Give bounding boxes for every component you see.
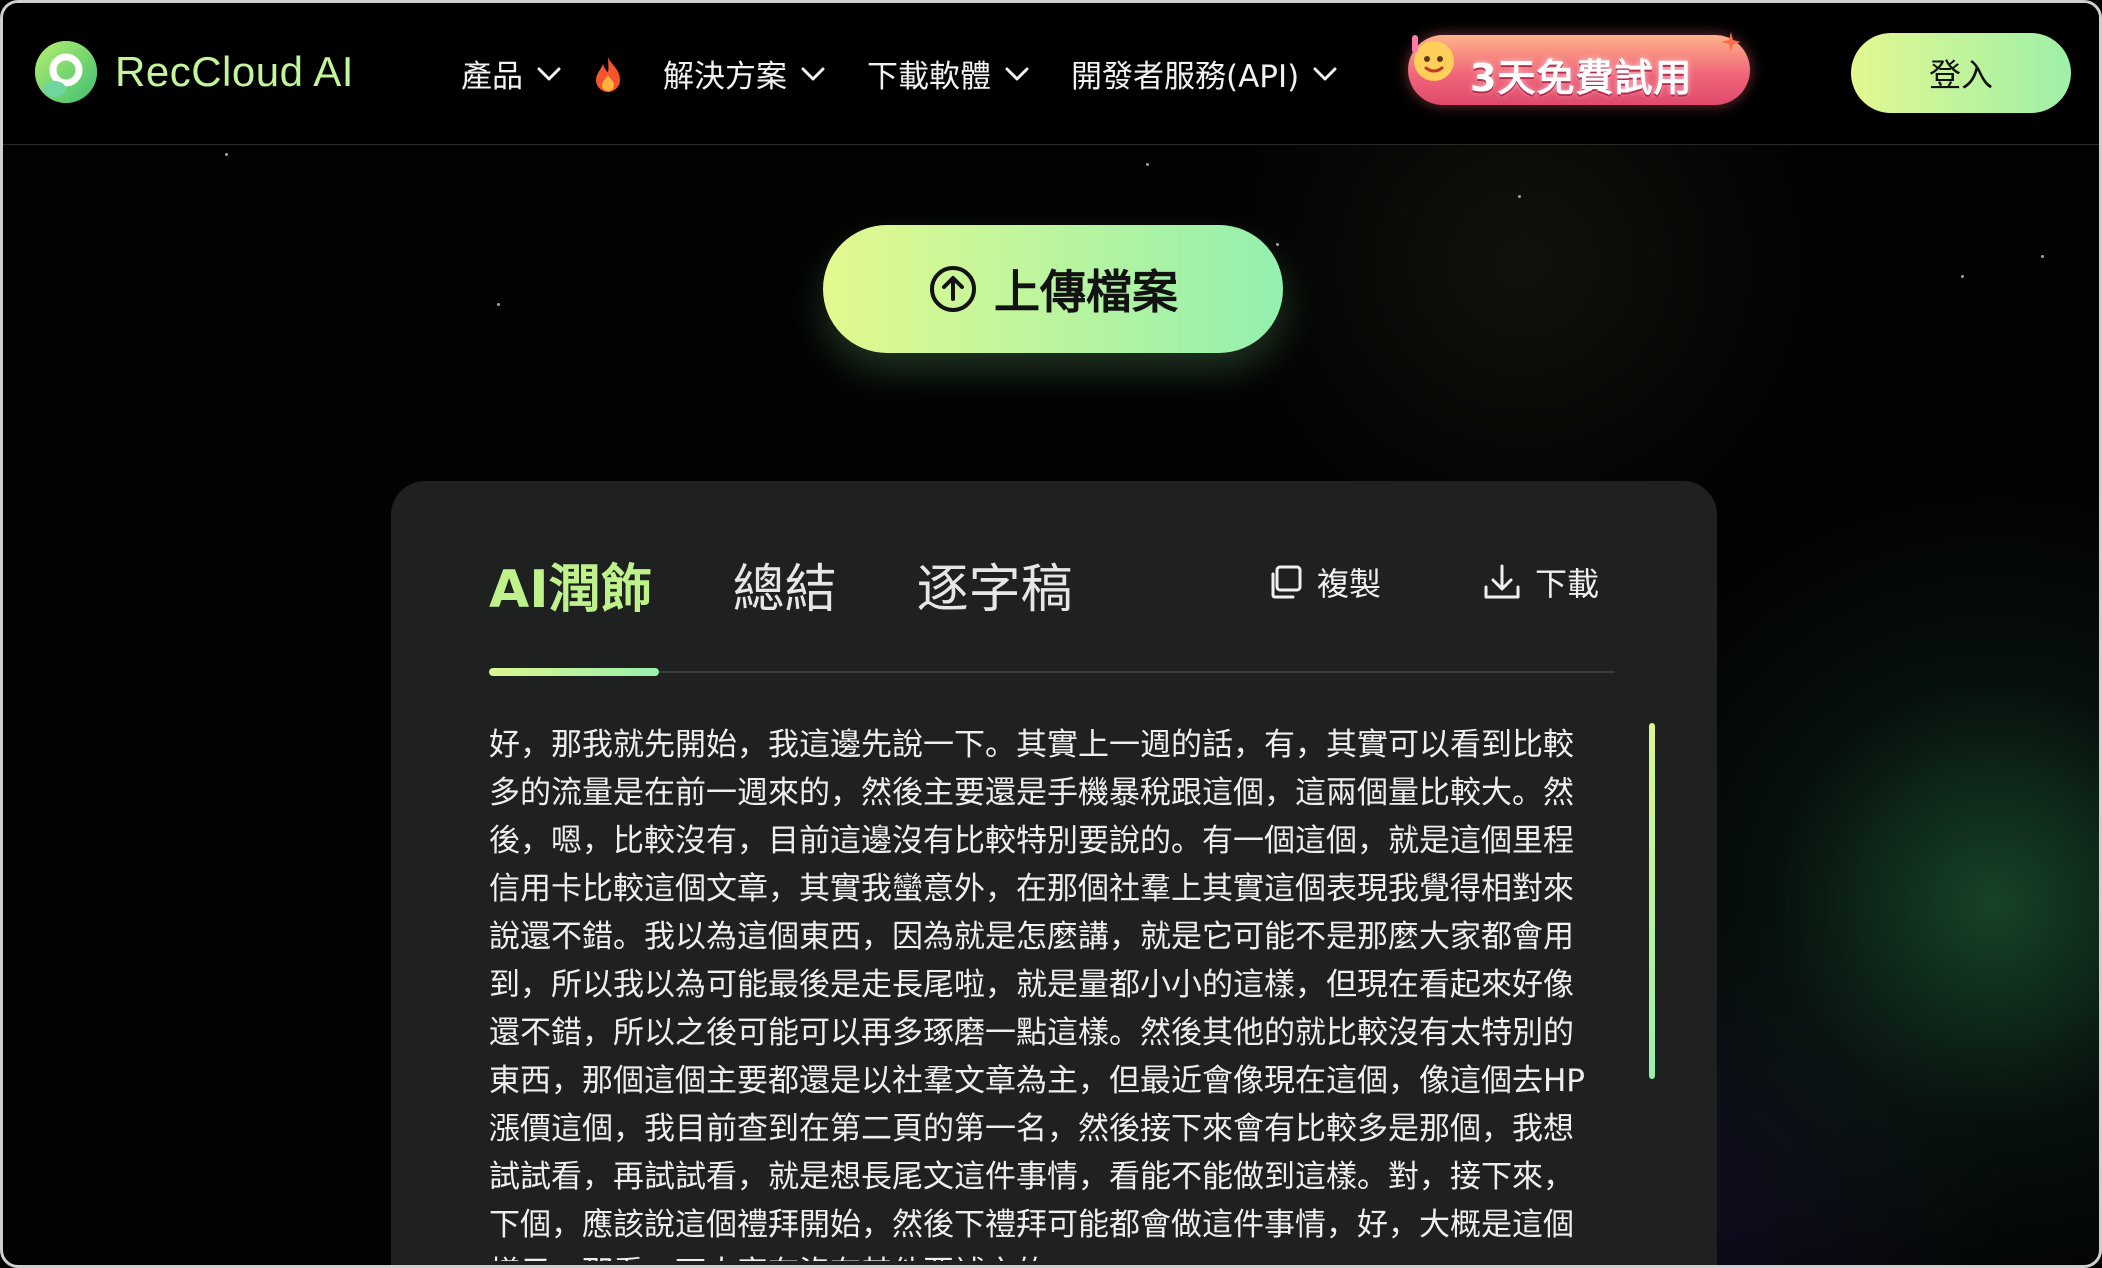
star-decoration: [497, 303, 500, 306]
nav-item-label: 開發者服務(API): [1071, 59, 1300, 95]
top-nav-bar: RecCloud AI 產品 解決方案 下載軟體 開發者服務(API) 3天免費…: [3, 3, 2099, 145]
download-icon: [1481, 561, 1523, 603]
sparkle-icon: [1721, 32, 1741, 52]
download-label: 下載: [1534, 565, 1599, 603]
main-nav: 產品 解決方案 下載軟體 開發者服務(API): [461, 51, 1379, 96]
nav-item-label: 解決方案: [663, 59, 787, 95]
nav-item-developer-api[interactable]: 開發者服務(API): [1071, 51, 1337, 96]
nav-item-label: 下載軟體: [867, 59, 991, 95]
chevron-down-icon: [537, 67, 561, 80]
free-trial-label: 3天免費試用: [1470, 56, 1693, 100]
star-decoration: [1146, 163, 1149, 166]
upload-file-label: 上傳檔案: [994, 265, 1178, 319]
tab-ai-polish[interactable]: AI潤飾: [489, 547, 653, 622]
chevron-down-icon: [1005, 67, 1029, 80]
fire-icon: [596, 56, 620, 92]
tab-summary[interactable]: 總結: [733, 547, 837, 622]
nav-item-solutions[interactable]: 解決方案: [663, 51, 825, 96]
star-decoration: [2041, 255, 2044, 258]
chevron-down-icon: [1313, 67, 1337, 80]
star-decoration: [1961, 275, 1964, 278]
reccloud-logo-icon: [35, 41, 97, 103]
nav-item-download-software[interactable]: 下載軟體: [867, 51, 1029, 96]
star-decoration: [1276, 243, 1279, 246]
mascot-icon: [1412, 35, 1454, 81]
chevron-down-icon: [801, 67, 825, 80]
polished-transcript-text: 好，那我就先開始，我這邊先說一下。其實上一週的話，有，其實可以看到比較多的流量是…: [489, 727, 1586, 1261]
star-decoration: [1518, 195, 1521, 198]
content-scrollbar[interactable]: [1649, 723, 1655, 1079]
download-button[interactable]: 下載: [1481, 559, 1599, 605]
copy-button[interactable]: 複製: [1265, 559, 1381, 605]
star-decoration: [225, 153, 228, 156]
brand-name: RecCloud AI: [115, 48, 354, 95]
free-trial-promo-button[interactable]: 3天免費試用: [1408, 32, 1750, 105]
nav-item-label: 產品: [461, 59, 523, 95]
nav-item-products[interactable]: 產品: [461, 51, 561, 96]
copy-label: 複製: [1316, 565, 1381, 603]
login-button[interactable]: 登入: [1851, 33, 2071, 113]
app-window: RecCloud AI 產品 解決方案 下載軟體 開發者服務(API) 3天免費…: [0, 0, 2102, 1268]
brand-logo[interactable]: RecCloud AI: [33, 39, 354, 105]
card-actions: 複製 下載: [1165, 559, 1599, 605]
result-tabs: AI潤飾 總結 逐字稿: [489, 547, 1153, 622]
upload-arrow-icon: [928, 264, 978, 314]
tab-transcript[interactable]: 逐字稿: [917, 547, 1073, 622]
active-tab-indicator: [489, 668, 659, 676]
transcript-card: AI潤飾 總結 逐字稿 複製 下載 好，那我就先開始，我這邊先說一下。其實上一週…: [391, 481, 1717, 1265]
upload-file-button[interactable]: 上傳檔案: [823, 225, 1283, 353]
copy-icon: [1265, 562, 1305, 602]
